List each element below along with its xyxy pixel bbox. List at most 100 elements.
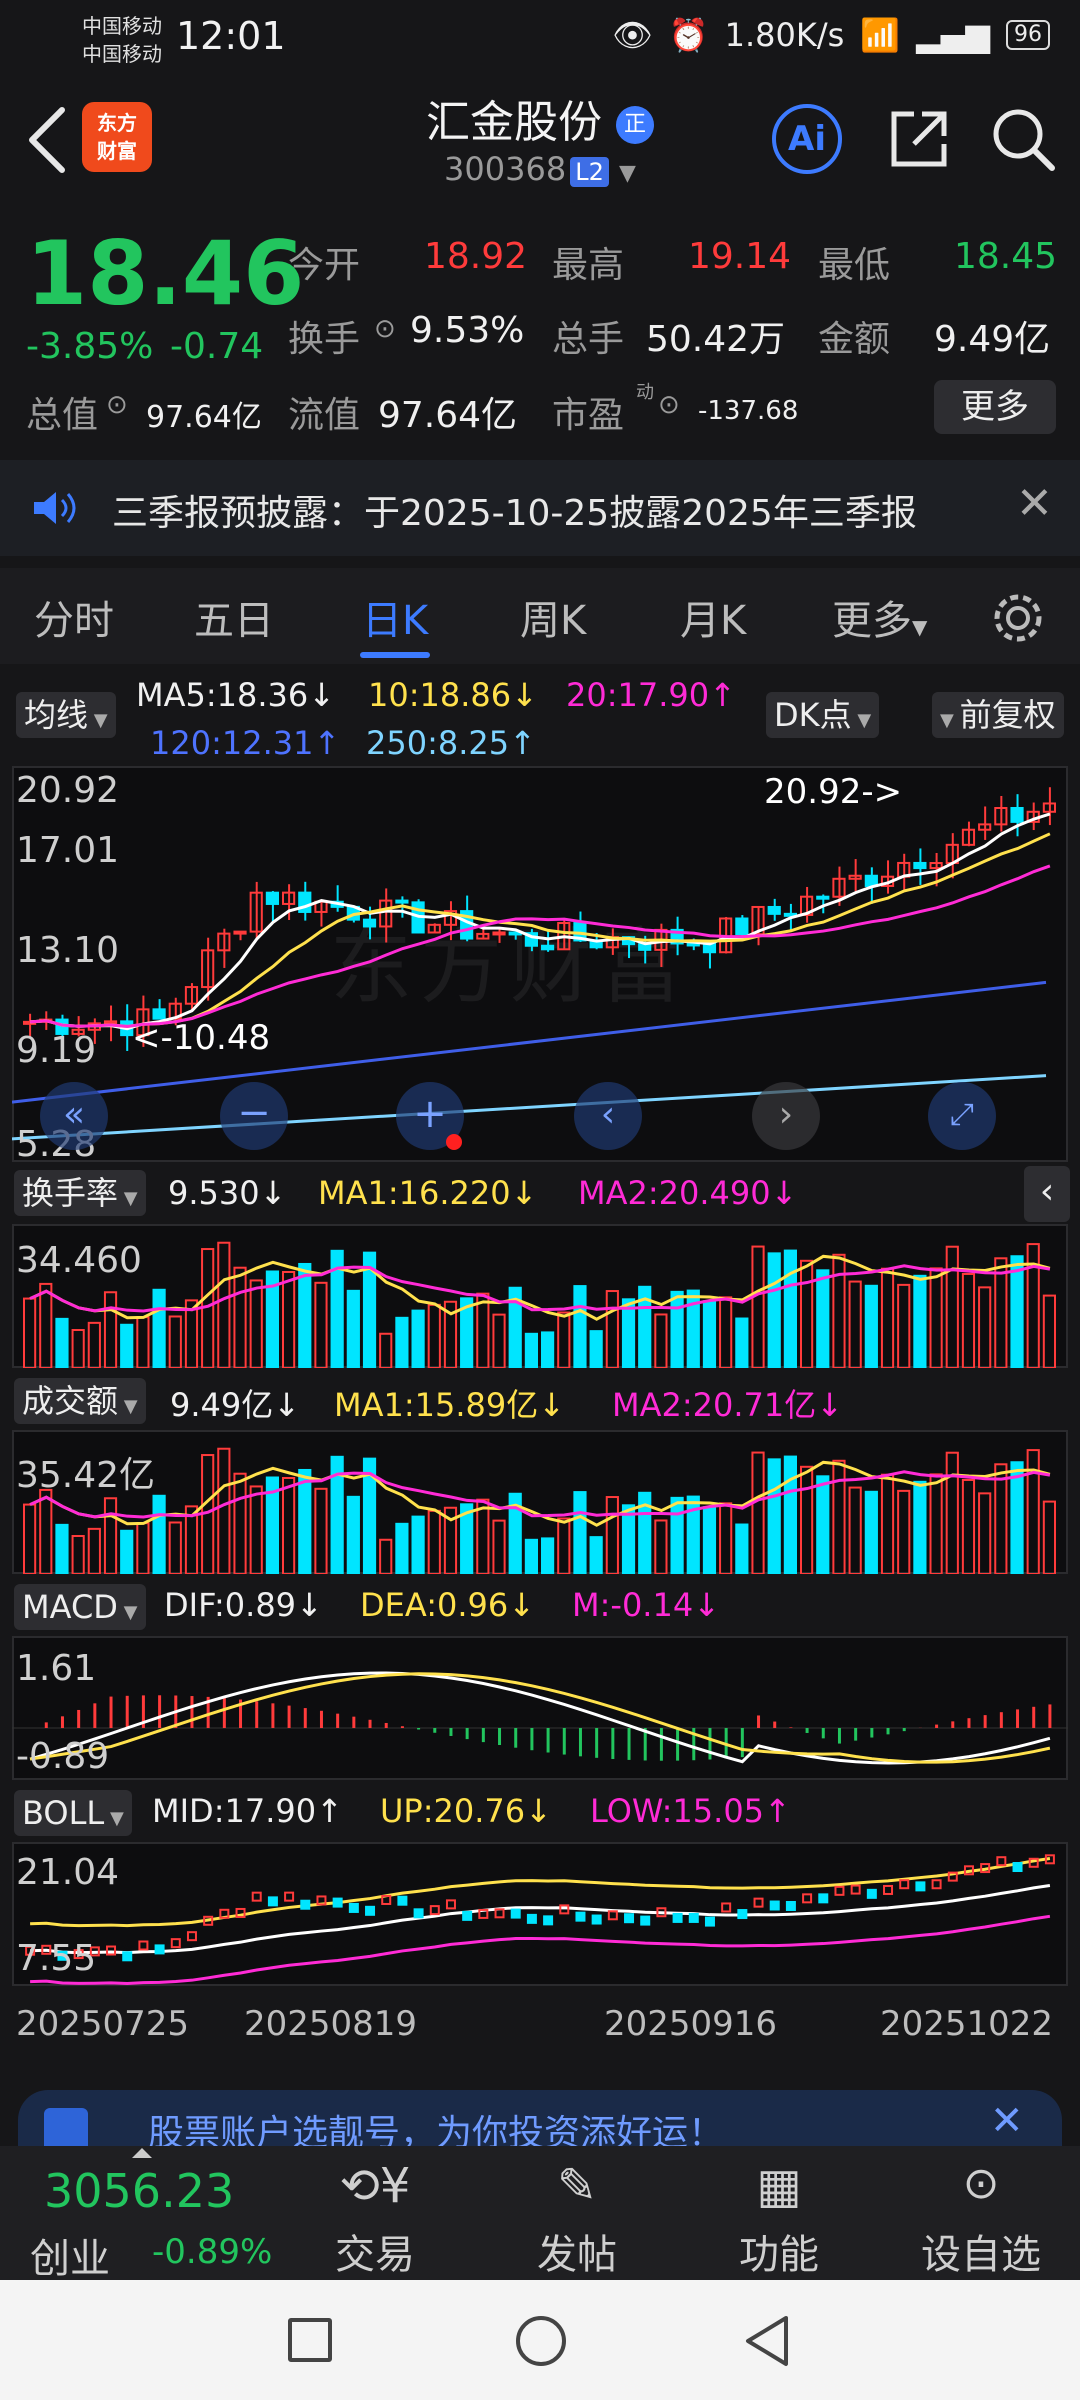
status-bar: 中国移动 中国移动 12:01 👁 ⏰ 1.80K/s 📶 ▂▄▆ 96 <box>0 0 1080 74</box>
mktcap-value: 97.64亿 <box>146 400 262 435</box>
volume-bar <box>994 1257 1008 1368</box>
boll-candle <box>348 1902 359 1913</box>
carrier-2: 中国移动 <box>82 42 162 66</box>
step-right-icon[interactable]: › <box>752 1082 820 1150</box>
back-nav-icon[interactable] <box>742 2314 792 2368</box>
carrier-1: 中国移动 <box>82 14 162 38</box>
collapse-panel-icon[interactable]: ‹ <box>1024 1166 1070 1222</box>
step-left-icon[interactable]: ‹ <box>574 1082 642 1150</box>
close-icon[interactable]: ✕ <box>990 2098 1024 2144</box>
tab-five-day[interactable]: 五日 <box>194 588 274 646</box>
ma-selector[interactable]: 均线 ▼ <box>16 692 116 738</box>
candle-body <box>395 899 409 904</box>
turnover-chart <box>23 1241 1056 1368</box>
ai-button[interactable]: Ai <box>772 104 842 174</box>
volume-bar <box>249 1279 263 1368</box>
volume-bar <box>751 1451 765 1574</box>
volume-bar <box>379 1332 393 1368</box>
boll-candle <box>332 1897 343 1908</box>
nav-function[interactable]: ▦ 功能 <box>704 2158 854 2280</box>
volume-bar <box>816 1475 830 1574</box>
macd-dif: DIF:0.89↓ <box>164 1586 323 1624</box>
bottom-bar: 3056.23 创业 -0.89% ⟲¥ 交易 ✎ 发帖 ▦ 功能 ⊙ 设自选 <box>0 2146 1080 2282</box>
tab-intraday[interactable]: 分时 <box>34 588 114 646</box>
tab-daily-k[interactable]: 日K <box>362 588 428 646</box>
search-icon[interactable] <box>988 104 1058 174</box>
nav-trade[interactable]: ⟲¥ 交易 <box>300 2158 450 2280</box>
volume-bar <box>557 1517 571 1574</box>
kline-chart[interactable] <box>12 766 1068 1162</box>
close-icon[interactable]: ✕ <box>1016 478 1053 529</box>
volume-bar <box>880 1473 895 1574</box>
candle-body <box>816 895 830 900</box>
volume-bar <box>492 1519 506 1574</box>
more-button[interactable]: 更多 <box>934 380 1056 434</box>
home-icon[interactable] <box>516 2316 566 2366</box>
ma10-line <box>29 832 1051 1028</box>
tab-underline <box>360 652 430 658</box>
promo-banner[interactable]: 股票账户选靓号，为你投资添好运！ ✕ <box>18 2090 1062 2154</box>
index-value[interactable]: 3056.23 <box>44 2164 234 2218</box>
boll-selector[interactable]: BOLL ▼ <box>14 1790 132 1836</box>
volume-bar <box>233 1266 247 1368</box>
caret-down-icon: ▼ <box>117 1602 138 1623</box>
tab-monthly-k[interactable]: 月K <box>680 588 746 646</box>
boll-candle <box>834 1885 845 1896</box>
turnover-selector[interactable]: 换手率 ▼ <box>14 1170 146 1216</box>
dk-point-button[interactable]: DK点 ▼ <box>766 692 880 738</box>
volume-label: 总手 <box>552 319 625 360</box>
fast-back-icon[interactable]: « <box>40 1082 108 1150</box>
volume-bar <box>670 1496 684 1574</box>
tab-more[interactable]: 更多▼ <box>832 588 927 646</box>
volume-bar <box>476 1498 490 1574</box>
expand-up-icon[interactable] <box>132 2148 152 2158</box>
volume-bar <box>314 1281 328 1368</box>
volume-bar <box>71 1535 85 1574</box>
fullscreen-icon[interactable]: ⤢ <box>928 1082 996 1150</box>
volume-bar <box>282 1270 296 1368</box>
boll-candle <box>397 1895 408 1906</box>
nav-post[interactable]: ✎ 发帖 <box>502 2158 652 2280</box>
notice-bar[interactable]: 三季报预披露：于2025-10-25披露2025年三季报 ✕ <box>0 460 1080 556</box>
boll-candle <box>753 1897 764 1908</box>
volume-bar <box>395 1522 409 1574</box>
float-value: 97.64亿 <box>378 395 518 436</box>
zoom-out-icon[interactable]: − <box>220 1082 288 1150</box>
amount-selector[interactable]: 成交额 ▼ <box>14 1378 146 1424</box>
kline-y-label: 13.10 <box>16 930 120 971</box>
volume-bar <box>120 1529 134 1574</box>
volume-bar <box>168 1521 182 1574</box>
ma5-label: MA5:18.36↓ <box>136 676 336 714</box>
volume-bar <box>945 1245 959 1368</box>
boll-candle <box>267 1896 278 1907</box>
candle-body <box>1010 807 1024 823</box>
volume-bar <box>346 1289 360 1368</box>
volume-bar <box>783 1455 797 1574</box>
macd-m: M:-0.14↓ <box>572 1586 720 1624</box>
ma20-line <box>29 864 1051 1028</box>
volume-bar <box>1042 1500 1056 1574</box>
boll-candle <box>186 1931 197 1942</box>
settings-gear-icon[interactable] <box>990 590 1046 646</box>
adjust-button[interactable]: ▼ 前复权 <box>932 692 1064 738</box>
tab-weekly-k[interactable]: 周K <box>520 588 586 646</box>
info-icon[interactable]: ⊙ <box>374 314 396 344</box>
macd-selector[interactable]: MACD ▼ <box>14 1584 146 1630</box>
volume-bar <box>87 1527 101 1574</box>
volume-value: 50.42万 <box>646 319 786 360</box>
volume-bar <box>961 1478 976 1574</box>
pe-value: -137.68 <box>698 396 799 426</box>
boll-candle <box>591 1914 602 1925</box>
info-icon[interactable]: ⊙ <box>106 390 128 420</box>
recents-icon[interactable] <box>288 2318 332 2362</box>
volume-bar <box>55 1317 69 1368</box>
volume-bar <box>670 1290 684 1368</box>
boll-candle <box>624 1913 635 1924</box>
clock: 12:01 <box>176 14 286 58</box>
info-icon[interactable]: ⊙ <box>658 390 680 420</box>
nav-add-watch[interactable]: ⊙ 设自选 <box>906 2158 1056 2280</box>
share-icon[interactable] <box>884 104 954 174</box>
volume-bar <box>524 1332 538 1368</box>
volume-bar <box>848 1486 862 1574</box>
boll-candle <box>300 1899 311 1910</box>
